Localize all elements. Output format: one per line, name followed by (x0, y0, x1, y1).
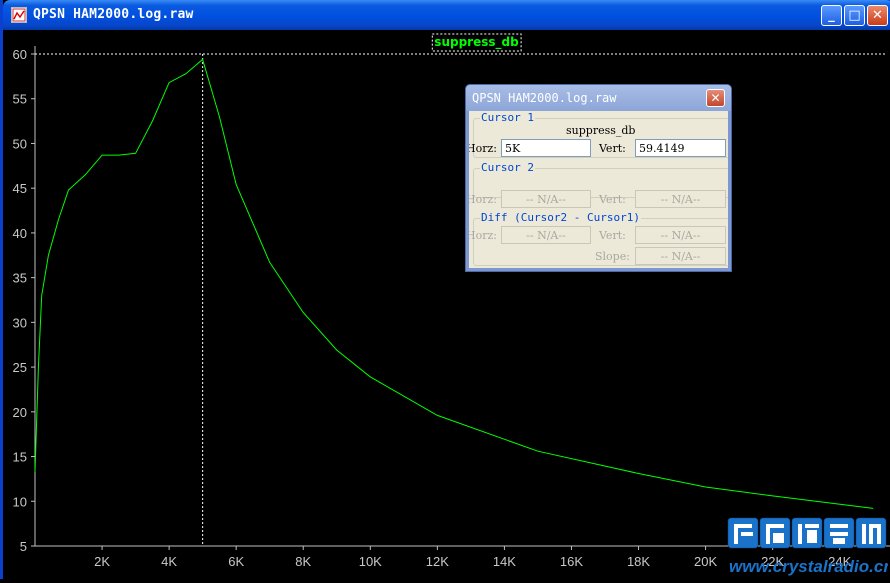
cursor-dialog-titlebar[interactable]: QPSN HAM2000.log.raw ✕ (466, 85, 731, 111)
cursor-dialog-title: QPSN HAM2000.log.raw (472, 91, 617, 105)
window-title: QPSN HAM2000.log.raw (33, 7, 194, 22)
diff-vert-field: -- N/A-- (635, 226, 726, 244)
plot-background (3, 30, 890, 579)
cursor-dialog-close-button[interactable]: ✕ (706, 89, 725, 107)
diff-horz-field: -- N/A-- (501, 226, 591, 244)
y-tick-label: 30 (13, 315, 27, 330)
cursor1-vert-label: Vert: (599, 142, 626, 155)
y-tick-label: 40 (13, 226, 27, 241)
watermark-logo: www.crystalradio.cn (727, 517, 890, 576)
y-tick-label: 15 (13, 450, 27, 465)
waveform-app-icon (11, 7, 27, 23)
y-tick-label: 20 (13, 405, 27, 420)
trace-legend: suppress_db (431, 33, 522, 52)
diff-group-label: Diff (Cursor2 - Cursor1) (480, 211, 641, 224)
plot-pane[interactable]: 5 10 15 20 25 30 35 40 45 50 55 60 2K 4K 6K 8K 10K 12K 14K… (3, 30, 890, 579)
waveform-chart[interactable]: 5 10 15 20 25 30 35 40 45 50 55 60 2K 4K 6K 8K 10K 12K 14K… (3, 30, 890, 579)
cursor1-vert-field[interactable]: 59.4149 (635, 139, 726, 157)
cursor-dialog-body: Cursor 1 suppress_db Horz: 5K Vert: 59.4… (469, 111, 728, 268)
trace-legend-label: suppress_db (434, 35, 519, 50)
waveform-window: QPSN HAM2000.log.raw _ □ ✕ 5 10 15 20 25 30 35… (0, 0, 890, 579)
cursor1-horz-field[interactable]: 5K (501, 139, 591, 157)
x-tick-label: 6K (228, 554, 244, 569)
cursor2-vert-label: Vert: (599, 193, 626, 206)
x-tick-label: 4K (161, 554, 177, 569)
y-tick-label: 35 (13, 271, 27, 286)
maximize-button[interactable]: □ (844, 5, 865, 26)
cursor1-trace-name: suppress_db (566, 124, 636, 137)
x-tick-label: 12K (426, 554, 449, 569)
cursor2-horz-field: -- N/A-- (501, 190, 591, 208)
x-tick-label: 14K (493, 554, 516, 569)
cursor-dialog[interactable]: QPSN HAM2000.log.raw ✕ Cursor 1 suppress… (465, 84, 732, 272)
watermark-url: www.crystalradio.cn (729, 557, 888, 576)
x-tick-label: 10K (359, 554, 382, 569)
title-bar[interactable]: QPSN HAM2000.log.raw _ □ ✕ (3, 0, 890, 30)
diff-vert-label: Vert: (599, 229, 626, 242)
x-tick-label: 2K (94, 554, 110, 569)
watermark: www.crystalradio.cn (703, 514, 890, 576)
y-tick-label: 50 (13, 136, 27, 151)
x-tick-label: 16K (560, 554, 583, 569)
diff-slope-field: -- N/A-- (635, 247, 726, 265)
x-tick-label: 18K (627, 554, 650, 569)
cursor2-vert-field: -- N/A-- (635, 190, 726, 208)
cursor2-horz-label: Horz: (469, 193, 497, 206)
diff-slope-label: Slope: (595, 250, 630, 263)
minimize-button[interactable]: _ (821, 5, 842, 26)
cursor1-horz-label: Horz: (469, 142, 497, 155)
cursor2-group-label: Cursor 2 (480, 161, 535, 174)
diff-horz-label: Horz: (469, 229, 497, 242)
y-tick-label: 25 (13, 360, 27, 375)
y-tick-label: 45 (13, 181, 27, 196)
y-tick-label: 10 (13, 494, 27, 509)
close-button[interactable]: ✕ (867, 5, 888, 26)
y-tick-label: 5 (20, 539, 27, 554)
y-tick-label: 55 (13, 92, 27, 107)
y-tick-label: 60 (13, 47, 27, 62)
cursor1-group-label: Cursor 1 (480, 111, 535, 124)
x-tick-label: 8K (295, 554, 311, 569)
